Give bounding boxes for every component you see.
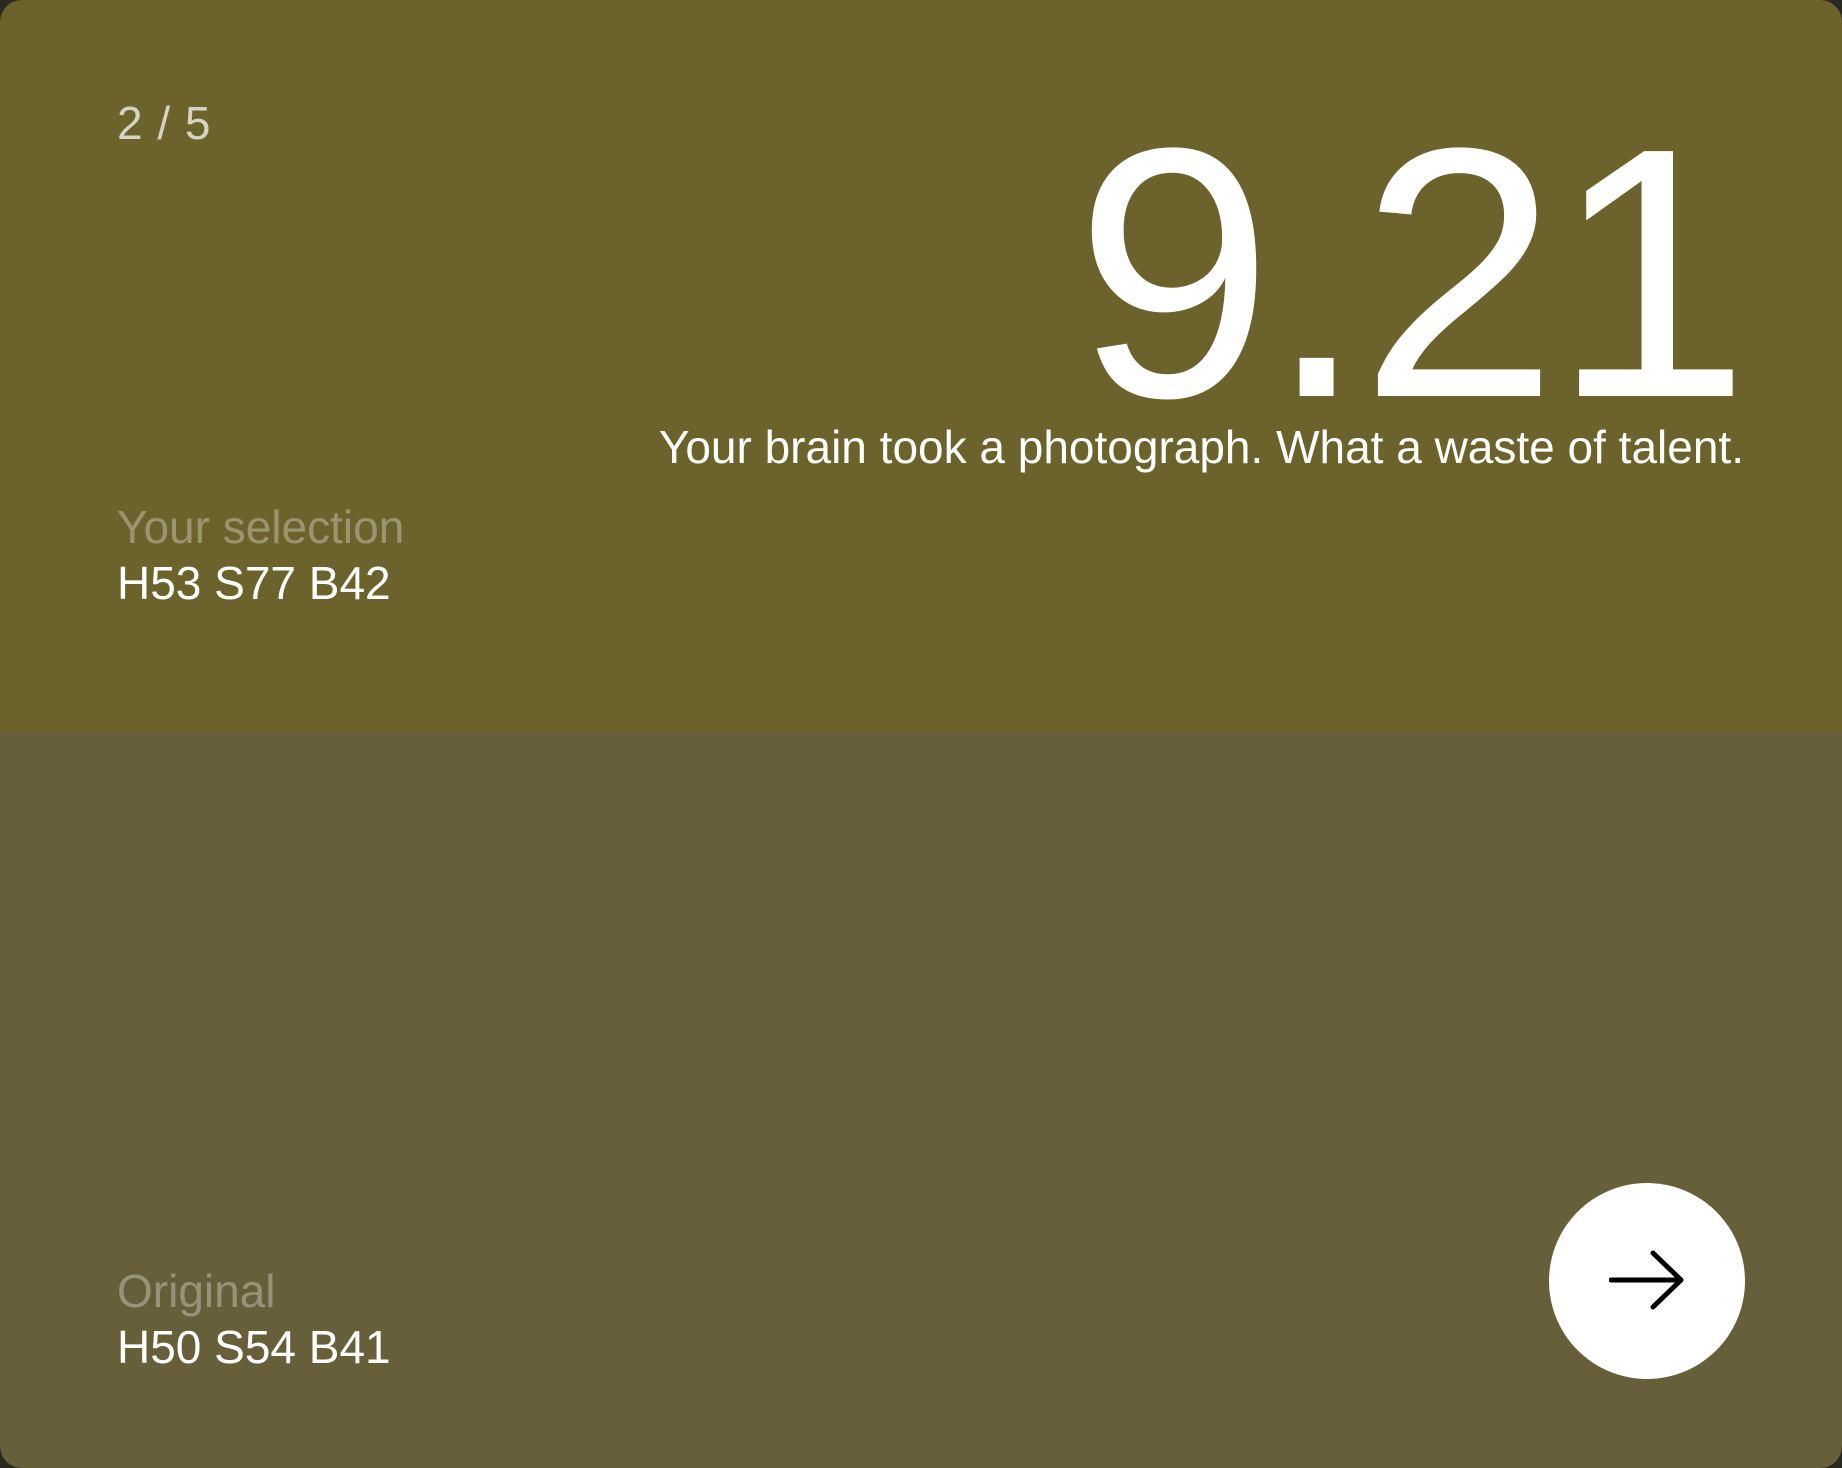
score-message: Your brain took a photograph. What a was… <box>658 421 1744 473</box>
round-progress: 2 / 5 <box>117 97 212 149</box>
score-value: 9.21 <box>1075 75 1750 472</box>
selection-label: Your selection <box>117 501 405 553</box>
selection-swatch: 2 / 5 9.21 Your brain took a photograph.… <box>0 0 1842 732</box>
selection-value: H53 S77 B42 <box>117 557 391 609</box>
original-label: Original <box>117 1265 276 1317</box>
arrow-right-icon <box>1608 1250 1685 1313</box>
original-value: H50 S54 B41 <box>117 1321 391 1373</box>
next-button[interactable] <box>1549 1183 1745 1379</box>
result-card: 2 / 5 9.21 Your brain took a photograph.… <box>0 0 1842 1468</box>
